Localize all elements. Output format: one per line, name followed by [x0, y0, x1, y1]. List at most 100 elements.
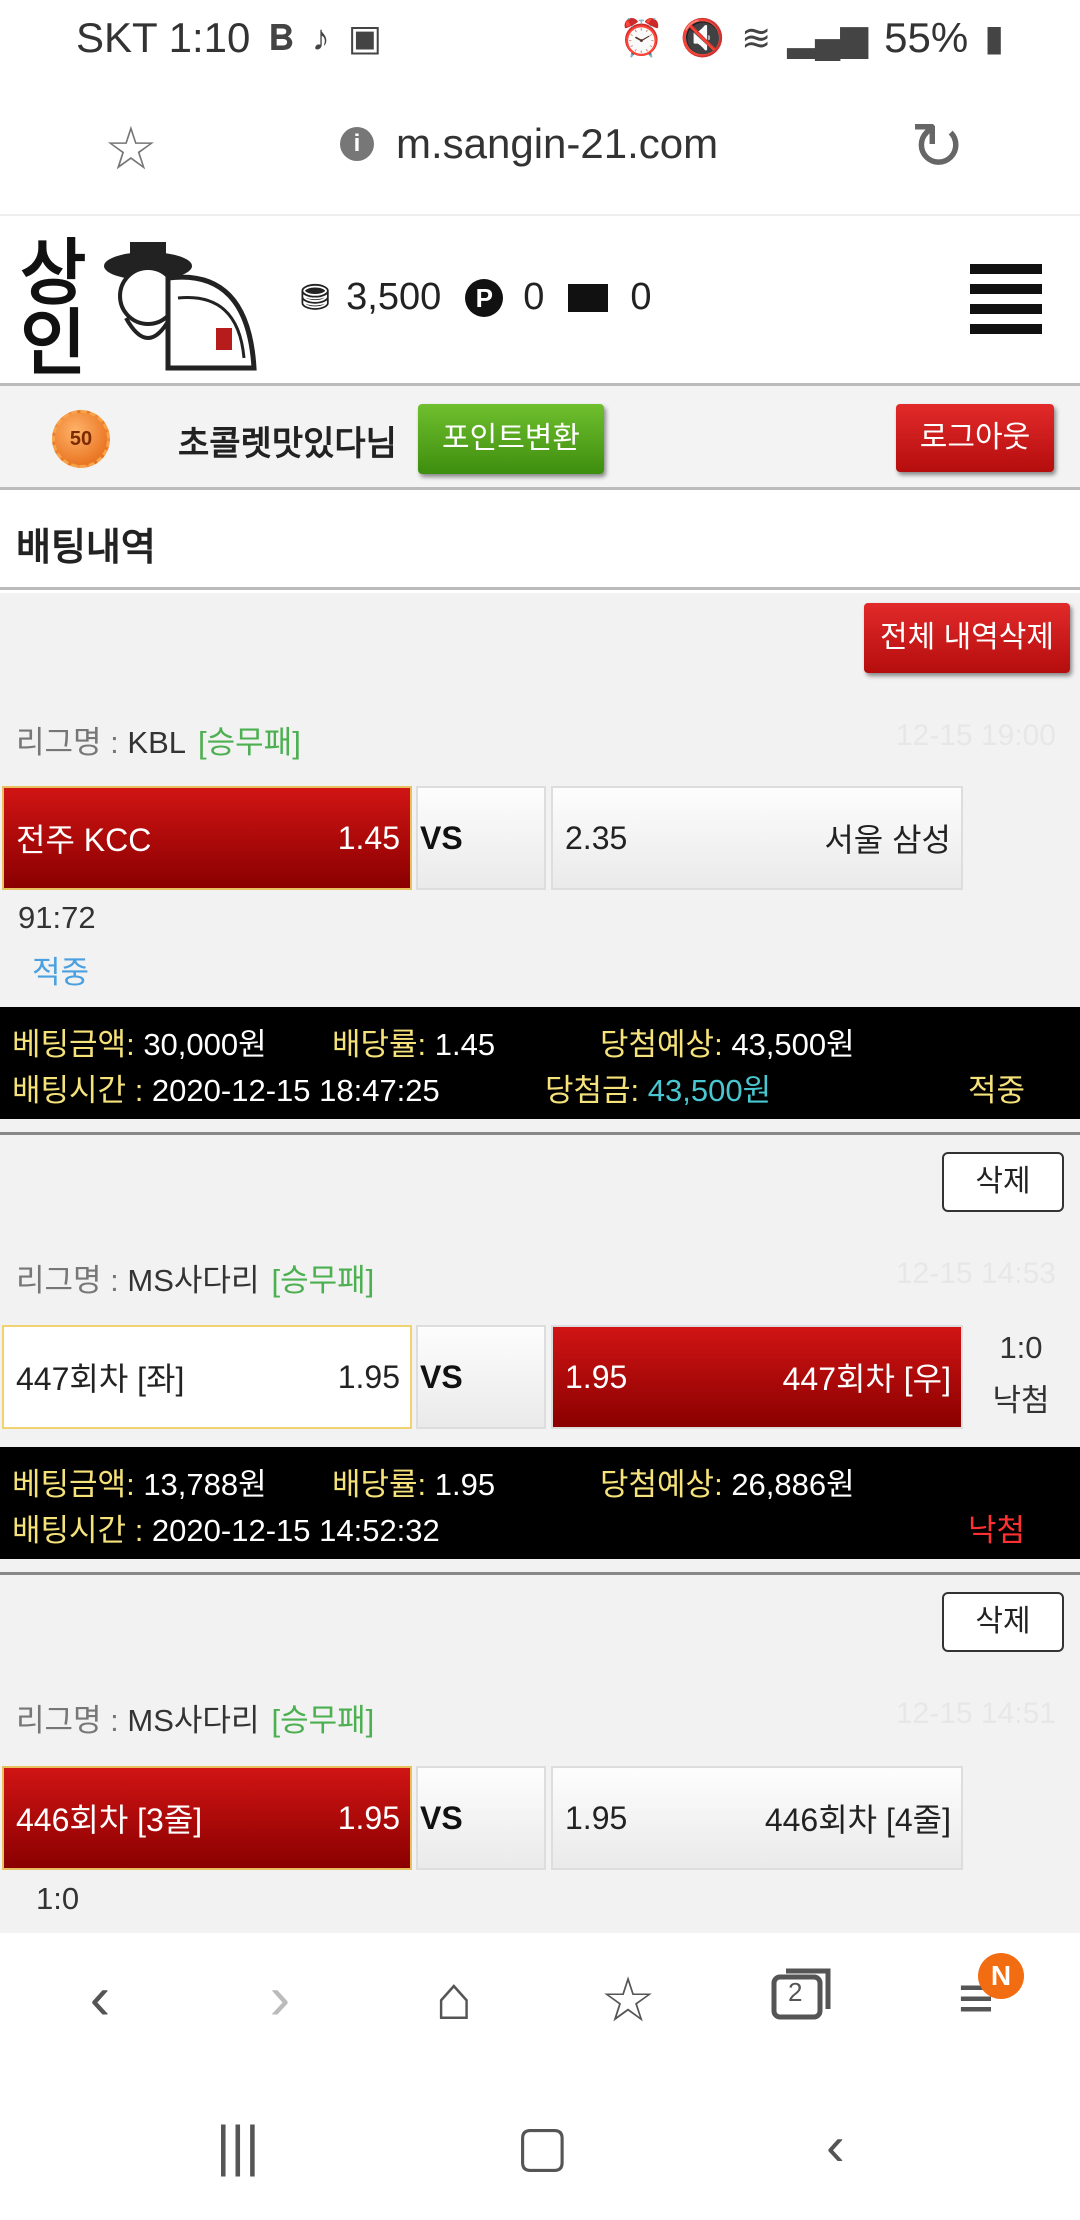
browser-url-bar: ☆ i m.sangin-21.com ↻	[0, 76, 1080, 216]
league-name: MS사다리	[127, 1703, 260, 1738]
tabs-icon[interactable]: 2	[762, 1963, 842, 2038]
music-icon: ♪	[311, 17, 330, 58]
bet-type: [승무패]	[271, 1263, 375, 1298]
reload-icon[interactable]: ↻	[910, 108, 965, 185]
star-icon[interactable]: ☆	[104, 114, 158, 184]
odds-value: 1.95	[434, 1467, 496, 1502]
bet-amount: 30,000원	[143, 1027, 267, 1062]
bet-amount-label: 베팅금액:	[12, 1027, 144, 1062]
bet-type: [승무패]	[271, 1703, 375, 1738]
expected-label: 당첨예상:	[600, 1027, 732, 1062]
home-button-icon[interactable]: ▢	[516, 2113, 569, 2179]
user-stats: ⛃ 3,500 P 0 0	[300, 276, 652, 319]
home-team-name: 447회차 [좌]	[16, 1361, 185, 1397]
home-team-option[interactable]: 전주 KCC 1.45	[2, 786, 412, 890]
bet-time: 2020-12-15 14:52:32	[151, 1513, 440, 1548]
expected-amount: 26,886원	[731, 1467, 855, 1502]
league-prefix: 리그명 :	[16, 1263, 128, 1298]
expected-amount: 43,500원	[731, 1027, 855, 1062]
logout-button[interactable]: 로그아웃	[896, 404, 1054, 472]
forward-icon[interactable]: ›	[240, 1963, 320, 2034]
mute-icon: 🔇	[680, 17, 726, 58]
recent-apps-icon[interactable]: |||	[216, 2113, 260, 2178]
away-team-option[interactable]: 1.95 446회차 [4줄]	[551, 1766, 963, 1870]
home-odds: 1.95	[337, 1358, 400, 1395]
system-back-icon[interactable]: ‹	[826, 2113, 845, 2178]
bet-status: 적중	[968, 1073, 1026, 1108]
carrier-time: SKT 1:10	[76, 14, 251, 61]
bet-time: 2020-12-15 18:47:25	[151, 1073, 440, 1108]
league-row: 리그명 : KBL [승무패]	[16, 717, 301, 762]
browser-toolbar: ‹ › ⌂ ☆ 2 ≡ N	[0, 1933, 1080, 2073]
battery-percent: 55%	[884, 14, 969, 61]
home-icon[interactable]: ⌂	[414, 1963, 494, 2034]
user-bar: 50 초콜렛맛있다님 포인트변환 로그아웃	[0, 386, 1080, 490]
home-team-option[interactable]: 447회차 [좌] 1.95	[2, 1325, 412, 1429]
away-team-option[interactable]: 1.95 447회차 [우]	[551, 1325, 963, 1429]
point-convert-button[interactable]: 포인트변환	[418, 404, 604, 474]
b-app-icon: 𝐁	[268, 16, 294, 58]
game-score: 91:72	[18, 900, 96, 935]
site-header: 상 인 ⛃ 3,500 P 0 0	[0, 216, 1080, 386]
bet-history: 전체 내역삭제 리그명 : KBL [승무패] 12-15 19:00 전주 KC…	[0, 593, 1080, 1933]
vs-label: VS	[416, 1325, 546, 1429]
game-score: 1:0	[999, 1330, 1043, 1365]
nickname: 초콜렛맛있다님	[178, 425, 397, 463]
away-odds: 1.95	[565, 1358, 628, 1395]
page-title-bar: 배팅내역	[0, 490, 1080, 590]
bet-status: 낙첨	[968, 1513, 1026, 1548]
winnings-label: 당첨금:	[545, 1073, 648, 1108]
home-odds: 1.95	[337, 1799, 400, 1836]
status-bar: SKT 1:10 𝐁 ♪ ▣ ⏰ 🔇 ≋ ▂▄▆ 55% ▮	[0, 0, 1080, 76]
odds-label: 배당률:	[332, 1027, 435, 1062]
delete-all-button[interactable]: 전체 내역삭제	[864, 603, 1070, 673]
league-prefix: 리그명 :	[16, 725, 128, 760]
bet-time-label: 배팅시간 :	[12, 1513, 152, 1548]
bet-type: [승무패]	[198, 725, 301, 760]
league-prefix: 리그명 :	[16, 1703, 128, 1738]
away-odds: 1.95	[565, 1799, 628, 1836]
vs-label: VS	[416, 1766, 546, 1870]
away-team-name: 서울 삼성	[824, 822, 951, 858]
hamburger-icon[interactable]	[970, 264, 1042, 334]
bet-amount-label: 베팅금액:	[12, 1467, 144, 1502]
bookmarks-icon[interactable]: ☆	[588, 1963, 668, 2036]
clock-app-icon: ▣	[347, 17, 382, 58]
point-icon: P	[465, 278, 504, 317]
bet-info-bar: 베팅금액: 30,000원 배당률: 1.45 당첨예상: 43,500원 배팅…	[0, 1007, 1080, 1119]
home-team-name: 446회차 [3줄]	[16, 1802, 203, 1838]
odds-value: 1.45	[434, 1027, 496, 1062]
url-text: m.sangin-21.com	[396, 120, 719, 167]
back-icon[interactable]: ‹	[60, 1963, 140, 2034]
away-odds: 2.35	[565, 819, 628, 856]
mail-icon[interactable]	[568, 283, 609, 312]
address-field[interactable]: i m.sangin-21.com	[340, 120, 718, 168]
divider	[0, 1132, 1080, 1135]
away-team-option[interactable]: 2.35 서울 삼성	[551, 786, 963, 890]
info-icon[interactable]: i	[340, 127, 374, 161]
game-date: 12-15 14:53	[895, 1257, 1056, 1290]
message-count: 0	[630, 276, 652, 318]
odds-label: 배당률:	[332, 1467, 435, 1502]
home-team-option[interactable]: 446회차 [3줄] 1.95	[2, 1766, 412, 1870]
system-nav-bar: ||| ▢ ‹	[0, 2073, 1080, 2220]
league-name: KBL	[127, 725, 187, 760]
tabs-count: 2	[788, 1977, 803, 2007]
divider	[0, 1572, 1080, 1575]
delete-button[interactable]: 삭제	[942, 1152, 1064, 1212]
point-balance: 0	[523, 276, 545, 318]
battery-icon: ▮	[984, 17, 1004, 58]
expected-label: 당첨예상:	[600, 1467, 732, 1502]
delete-button[interactable]: 삭제	[942, 1592, 1064, 1652]
game-score: 1:0	[36, 1881, 80, 1916]
league-name: MS사다리	[127, 1263, 260, 1298]
coin-icon: ⛃	[300, 276, 331, 318]
winnings-amount: 43,500원	[647, 1073, 772, 1108]
bet-time-label: 배팅시간 :	[12, 1073, 152, 1108]
game-date: 12-15 19:00	[895, 719, 1056, 752]
bet-amount: 13,788원	[143, 1467, 267, 1502]
home-odds: 1.45	[337, 819, 400, 856]
league-row: 리그명 : MS사다리 [승무패]	[16, 1695, 374, 1740]
site-logo[interactable]: 상 인	[18, 228, 274, 385]
alarm-icon: ⏰	[619, 17, 665, 58]
